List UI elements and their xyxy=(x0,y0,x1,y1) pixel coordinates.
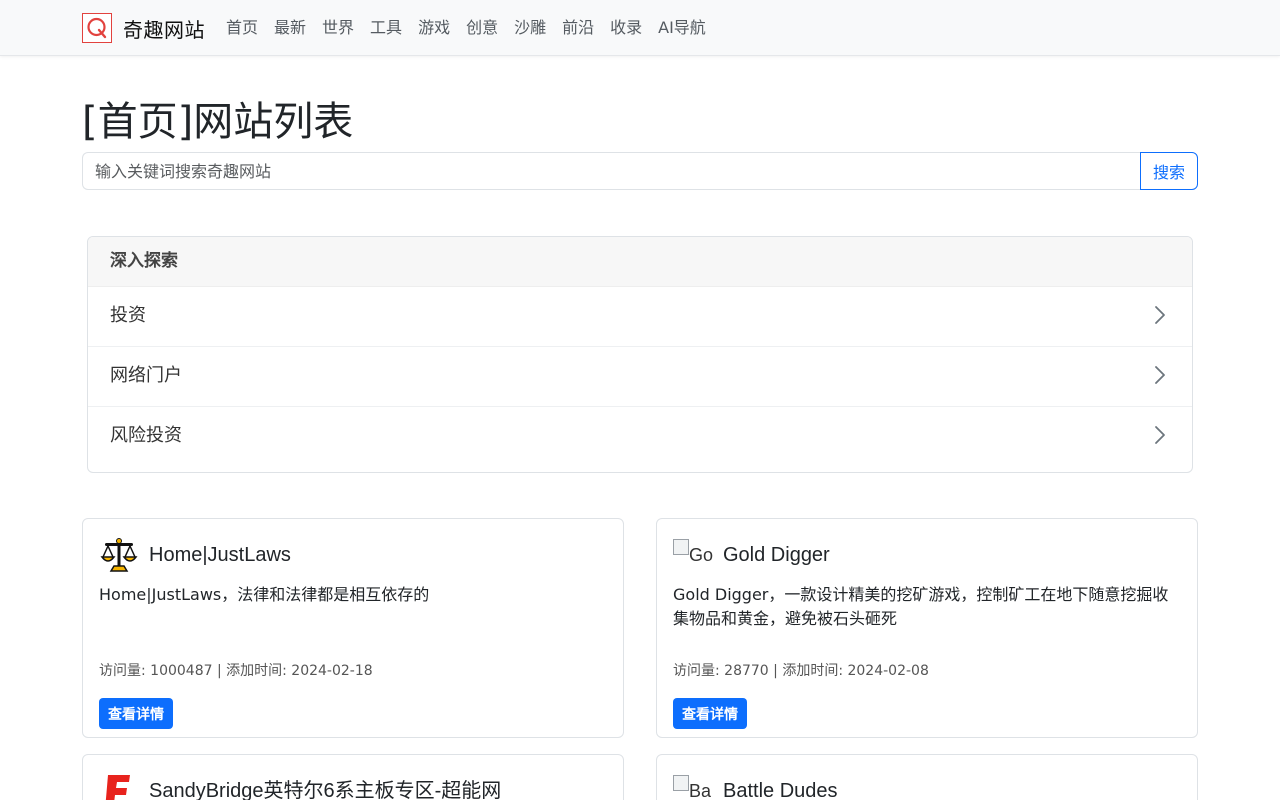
red-e-logo-icon xyxy=(99,771,139,800)
explore-item-venture[interactable]: 风险投资 xyxy=(88,407,1192,467)
explore-header: 深入探索 xyxy=(88,237,1192,287)
site-card: Ba Battle Dudes xyxy=(656,754,1198,800)
explore-item-investment[interactable]: 投资 xyxy=(88,287,1192,347)
chevron-right-icon xyxy=(1155,306,1165,324)
scales-icon xyxy=(99,535,139,575)
navbar: 奇趣网站 首页 最新 世界 工具 游戏 创意 沙雕 前沿 收录 AI导航 xyxy=(0,0,1280,56)
card-title[interactable]: Home|JustLaws xyxy=(149,540,291,570)
site-image-icon: Go xyxy=(673,535,713,575)
card-meta: 访问量: 1000487 | 添加时间: 2024-02-18 xyxy=(99,663,373,679)
view-details-button[interactable]: 查看详情 xyxy=(99,698,173,729)
brand-link[interactable]: 奇趣网站 xyxy=(82,12,205,44)
nav-item-games[interactable]: 游戏 xyxy=(418,16,450,40)
card-meta: 访问量: 28770 | 添加时间: 2024-02-08 xyxy=(673,663,929,679)
page-title: [首页]网站列表 xyxy=(82,99,354,145)
broken-image-alt: Go xyxy=(673,545,713,565)
card-title[interactable]: SandyBridge英特尔6系主板专区-超能网 xyxy=(149,776,501,800)
card-description: Gold Digger，一款设计精美的挖矿游戏，控制矿工在地下随意挖掘收集物品和… xyxy=(673,585,1169,628)
nav-item-creative[interactable]: 创意 xyxy=(466,16,498,40)
site-card: Home|JustLaws Home|JustLaws，法律和法律都是相互依存的… xyxy=(82,518,624,738)
nav-item-latest[interactable]: 最新 xyxy=(274,16,306,40)
main-nav: 首页 最新 世界 工具 游戏 创意 沙雕 前沿 收录 AI导航 xyxy=(226,16,722,40)
chevron-right-icon xyxy=(1155,366,1165,384)
nav-item-world[interactable]: 世界 xyxy=(322,16,354,40)
explore-item-label: 网络门户 xyxy=(110,365,182,386)
broken-image-alt: Ba xyxy=(673,781,711,800)
search-button[interactable]: 搜索 xyxy=(1140,152,1198,190)
card-description: Home|JustLaws，法律和法律都是相互依存的 xyxy=(99,585,430,604)
nav-item-submit[interactable]: 收录 xyxy=(610,16,642,40)
site-card: Go Gold Digger Gold Digger，一款设计精美的挖矿游戏，控… xyxy=(656,518,1198,738)
card-title[interactable]: Gold Digger xyxy=(723,540,830,570)
nav-item-frontier[interactable]: 前沿 xyxy=(562,16,594,40)
nav-item-funny[interactable]: 沙雕 xyxy=(514,16,546,40)
chevron-right-icon xyxy=(1155,426,1165,444)
card-title[interactable]: Battle Dudes xyxy=(723,776,838,800)
nav-item-ai-nav[interactable]: AI导航 xyxy=(658,16,706,40)
view-details-button[interactable]: 查看详情 xyxy=(673,698,747,729)
site-image-icon: Ba xyxy=(673,771,713,800)
site-card: SandyBridge英特尔6系主板专区-超能网 xyxy=(82,754,624,800)
explore-item-portal[interactable]: 网络门户 xyxy=(88,347,1192,407)
explore-item-label: 风险投资 xyxy=(110,425,182,446)
brand-name: 奇趣网站 xyxy=(123,17,205,42)
explore-item-label: 投资 xyxy=(110,305,146,326)
nav-item-home[interactable]: 首页 xyxy=(226,16,258,40)
explore-panel: 深入探索 投资 网络门户 风险投资 xyxy=(87,236,1193,473)
nav-item-tools[interactable]: 工具 xyxy=(370,16,402,40)
search-input[interactable] xyxy=(82,152,1141,190)
brand-logo-icon xyxy=(82,13,112,43)
